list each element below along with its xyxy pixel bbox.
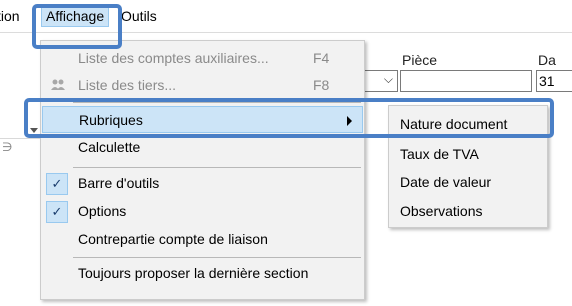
menu-separator bbox=[73, 167, 361, 168]
submenu-item-date-valeur[interactable]: Date de valeur bbox=[400, 174, 491, 190]
affichage-dropdown: Liste des comptes auxiliaires... F4 List… bbox=[40, 40, 365, 300]
menu-item-label: Liste des tiers... bbox=[78, 77, 177, 93]
checkmark-icon: ✓ bbox=[46, 201, 68, 223]
menu-item-label: Options bbox=[78, 203, 127, 219]
grid-line bbox=[0, 138, 40, 139]
submenu-item-observations[interactable]: Observations bbox=[400, 203, 482, 219]
users-icon bbox=[50, 77, 66, 93]
menu-item-shortcut: F8 bbox=[313, 77, 330, 93]
chevron-down-icon: ⌵ bbox=[383, 72, 393, 86]
menu-item-barre-outils[interactable]: ✓ Barre d'outils bbox=[42, 170, 363, 197]
menu-item-label: Rubriques bbox=[79, 112, 143, 128]
menu-item-label: Barre d'outils bbox=[78, 175, 160, 191]
date-value: 31 bbox=[539, 73, 555, 89]
date-field[interactable]: 31 bbox=[536, 70, 572, 92]
rubriques-submenu: Nature document Taux de TVA Date de vale… bbox=[388, 105, 548, 228]
submenu-arrow-icon bbox=[347, 116, 352, 126]
menu-bar: tion Affichage Outils bbox=[0, 0, 572, 33]
submenu-item-taux-tva[interactable]: Taux de TVA bbox=[400, 146, 479, 162]
menu-outils[interactable]: Outils bbox=[121, 8, 157, 24]
menu-affichage[interactable]: Affichage bbox=[41, 6, 110, 27]
menu-item-calculette[interactable]: Calculette bbox=[42, 134, 363, 161]
menu-item-rubriques[interactable]: Rubriques bbox=[42, 106, 363, 133]
menu-item-label: Contrepartie compte de liaison bbox=[78, 231, 268, 247]
caret-down-icon bbox=[30, 128, 38, 133]
piece-field[interactable] bbox=[400, 70, 532, 92]
menu-item-label: Calculette bbox=[78, 139, 141, 155]
menu-item-label: Toujours proposer la dernière section bbox=[78, 265, 309, 281]
menu-item-liste-comptes[interactable]: Liste des comptes auxiliaires... F4 bbox=[42, 45, 363, 72]
menu-item-liste-tiers[interactable]: Liste des tiers... F8 bbox=[42, 72, 363, 99]
submenu-item-nature-document[interactable]: Nature document bbox=[400, 116, 507, 132]
date-label: Da bbox=[538, 52, 556, 68]
menu-item-partial[interactable]: tion bbox=[0, 8, 20, 24]
piece-label: Pièce bbox=[402, 52, 438, 68]
menu-separator bbox=[73, 102, 361, 103]
menu-item-contrepartie[interactable]: Contrepartie compte de liaison bbox=[42, 226, 363, 253]
checkmark-icon: ✓ bbox=[46, 173, 68, 195]
menu-item-derniere-section[interactable]: Toujours proposer la dernière section bbox=[42, 260, 363, 287]
combo-field[interactable]: ⌵ bbox=[364, 70, 398, 92]
menu-item-options[interactable]: ✓ Options bbox=[42, 198, 363, 225]
menu-item-shortcut: F4 bbox=[313, 50, 330, 66]
row-marker: ∋ bbox=[2, 140, 13, 154]
menu-item-label: Liste des comptes auxiliaires... bbox=[78, 50, 269, 66]
menu-separator bbox=[73, 257, 361, 258]
